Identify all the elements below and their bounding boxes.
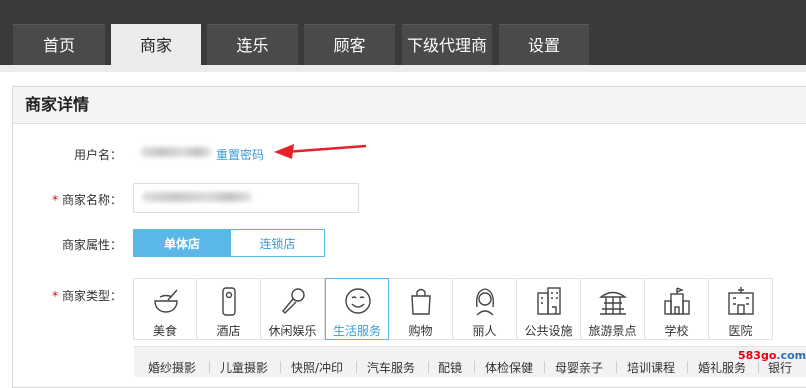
subcategory-item[interactable]: 汽车服务 <box>367 359 415 376</box>
tab-merchants[interactable]: 商家 <box>111 24 201 66</box>
category-label: 购物 <box>408 324 433 338</box>
nav-underline-strip <box>0 65 806 72</box>
subcategory-item[interactable]: 配镜 <box>438 359 462 376</box>
divider <box>428 361 429 373</box>
shopping-bag-icon <box>411 288 431 315</box>
required-mark: * <box>52 289 59 303</box>
attribute-chain-store[interactable]: 连锁店 <box>230 229 325 257</box>
red-arrow-annotation <box>274 144 367 159</box>
reset-password-link[interactable]: 重置密码 <box>216 146 264 163</box>
category-label: 公共设施 <box>524 324 573 338</box>
divider <box>356 361 357 373</box>
panel-title: 商家详情 <box>13 87 806 124</box>
category-public-facilities[interactable]: 公共设施 <box>517 278 581 340</box>
shop-name-label-text: 商家名称： <box>61 193 122 207</box>
category-tourist-spots[interactable]: 旅游景点 <box>581 278 645 340</box>
tab-home[interactable]: 首页 <box>13 24 105 66</box>
attribute-label: 商家属性： <box>61 238 122 252</box>
divider <box>544 361 545 373</box>
category-label: 休闲娱乐 <box>268 324 317 338</box>
tab-sub-agents[interactable]: 下级代理商 <box>402 24 492 66</box>
microphone-icon <box>282 288 305 314</box>
category-label: 学校 <box>664 324 689 338</box>
subcategory-item[interactable]: 儿童摄影 <box>220 359 268 376</box>
bowl-icon <box>154 289 178 313</box>
category-shopping[interactable]: 购物 <box>389 278 453 340</box>
divider <box>474 361 475 373</box>
temple-icon <box>598 291 628 315</box>
category-beauty[interactable]: 丽人 <box>453 278 517 340</box>
tab-customers[interactable]: 顾客 <box>304 24 395 66</box>
watermark-blue: .com <box>776 349 806 362</box>
watermark-red: 583go <box>738 349 777 362</box>
subcategory-item[interactable]: 快照/冲印 <box>291 359 343 376</box>
attribute-single-store[interactable]: 单体店 <box>133 229 231 257</box>
category-label: 旅游景点 <box>588 324 637 338</box>
tab-lianle[interactable]: 连乐 <box>207 24 298 66</box>
category-school[interactable]: 学校 <box>645 278 709 340</box>
subcategory-item[interactable]: 母婴亲子 <box>555 359 603 376</box>
category-label: 美食 <box>152 324 177 338</box>
subcategory-item[interactable]: 婚纱摄影 <box>148 359 196 376</box>
divider <box>616 361 617 373</box>
subcategory-item[interactable]: 培训课程 <box>627 359 675 376</box>
type-label: * 商家类型： <box>52 287 122 304</box>
watermark-logo: 583go.com <box>738 349 806 362</box>
subcategory-item[interactable]: 体检保健 <box>485 359 533 376</box>
required-mark: * <box>52 193 59 207</box>
username-label: 用户名： <box>73 148 122 162</box>
door-hanger-icon <box>222 287 236 316</box>
category-hospital[interactable]: 医院 <box>709 278 773 340</box>
category-life-services[interactable]: 生活服务 <box>325 278 389 340</box>
shop-name-value-blurred <box>142 192 252 202</box>
category-label: 医院 <box>728 324 753 338</box>
divider <box>209 361 210 373</box>
merchant-detail-panel: 商家详情 <box>12 86 806 388</box>
type-label-text: 商家类型： <box>61 289 122 303</box>
category-hotel[interactable]: 酒店 <box>197 278 261 340</box>
divider <box>758 361 759 373</box>
subcategory-bar: 婚纱摄影 儿童摄影 快照/冲印 汽车服务 配镜 体检保健 母婴亲子 培训课程 婚… <box>134 346 806 377</box>
building-icon <box>537 287 561 315</box>
hospital-icon <box>728 287 754 315</box>
top-navigation: 首页 商家 连乐 顾客 下级代理商 设置 <box>0 0 806 66</box>
category-label: 生活服务 <box>332 324 381 338</box>
divider <box>687 361 688 373</box>
category-leisure[interactable]: 休闲娱乐 <box>261 278 325 340</box>
school-icon <box>664 287 690 315</box>
smiley-icon <box>345 288 371 314</box>
divider <box>280 361 281 373</box>
category-food[interactable]: 美食 <box>133 278 197 340</box>
category-label: 丽人 <box>472 324 497 338</box>
category-label: 酒店 <box>216 324 241 338</box>
tab-settings[interactable]: 设置 <box>499 24 589 66</box>
username-value-blurred <box>140 147 212 157</box>
woman-icon <box>475 288 495 316</box>
shop-name-label: * 商家名称： <box>52 191 122 208</box>
